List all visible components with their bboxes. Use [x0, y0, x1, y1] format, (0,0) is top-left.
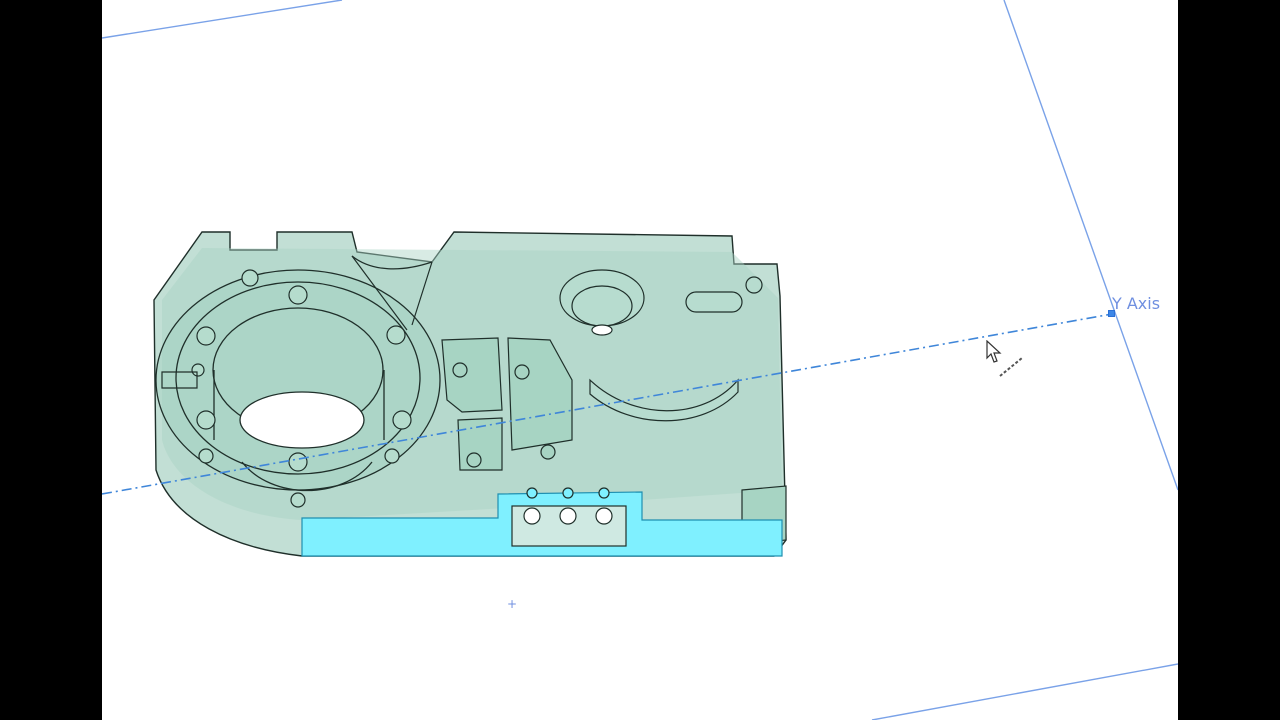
3d-viewport[interactable]: Y Axis +: [102, 0, 1178, 720]
plane-edge-bottom[interactable]: [871, 663, 1178, 720]
origin-marker: +: [507, 597, 518, 611]
plane-edge-top[interactable]: [102, 0, 343, 39]
arrow-pointer-icon: [986, 340, 1002, 363]
screen: Y Axis +: [0, 0, 1280, 720]
scene-canvas[interactable]: [102, 0, 1178, 720]
y-axis-label: Y Axis: [1112, 294, 1161, 313]
part-body[interactable]: [153, 231, 787, 557]
drag-indicator: [999, 357, 1023, 377]
plane-edge-right[interactable]: [1003, 0, 1178, 491]
